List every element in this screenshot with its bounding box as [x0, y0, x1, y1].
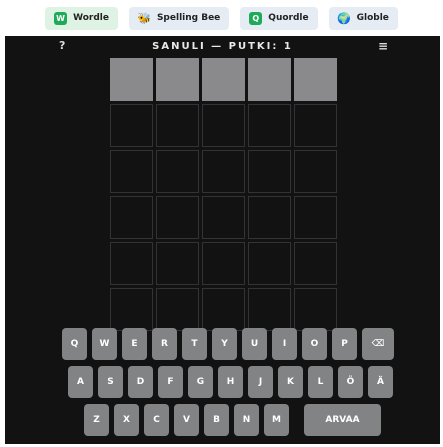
key-y[interactable]: Y	[212, 328, 237, 360]
key-l[interactable]: L	[308, 366, 333, 398]
board-tile	[156, 150, 199, 193]
board-tile	[248, 196, 291, 239]
key-w[interactable]: W	[92, 328, 117, 360]
page-title: SANULI — PUTKI: 1	[152, 40, 293, 52]
board-tile	[202, 288, 245, 331]
board-tile	[294, 104, 337, 147]
key-t[interactable]: T	[182, 328, 207, 360]
key-a[interactable]: A	[68, 366, 93, 398]
key-n[interactable]: N	[234, 404, 259, 436]
key-h[interactable]: H	[218, 366, 243, 398]
key-s[interactable]: S	[98, 366, 123, 398]
board-tile	[110, 58, 153, 101]
board-tile	[248, 288, 291, 331]
board-tile	[156, 196, 199, 239]
board-tile	[202, 104, 245, 147]
key-q[interactable]: Q	[62, 328, 87, 360]
key-o[interactable]: O	[302, 328, 327, 360]
board-tile	[156, 104, 199, 147]
nav-quordle-label: Quordle	[268, 13, 309, 23]
nav-wordle-button[interactable]: W Wordle	[45, 6, 118, 30]
key-k[interactable]: K	[278, 366, 303, 398]
wordle-icon: W	[54, 11, 68, 25]
key-x[interactable]: X	[114, 404, 139, 436]
key-d[interactable]: D	[128, 366, 153, 398]
top-nav-bar: W Wordle 🐝 Spelling Bee Q Quordle 🌍 Glob…	[0, 0, 443, 36]
board-tile	[156, 242, 199, 285]
key-j[interactable]: J	[248, 366, 273, 398]
board-tile	[248, 58, 291, 101]
key-p[interactable]: P	[332, 328, 357, 360]
board-tile	[294, 150, 337, 193]
submit-guess-button[interactable]: ARVAA	[304, 404, 381, 436]
nav-globle-button[interactable]: 🌍 Globle	[328, 6, 398, 30]
key-v[interactable]: V	[174, 404, 199, 436]
board-tile	[110, 150, 153, 193]
menu-icon[interactable]: ≡	[378, 39, 388, 53]
board-tile	[248, 104, 291, 147]
board-tile	[248, 242, 291, 285]
nav-wordle-label: Wordle	[73, 13, 109, 23]
backspace-key[interactable]: ⌫	[362, 328, 394, 360]
bee-icon: 🐝	[137, 11, 152, 25]
nav-spelling-bee-label: Spelling Bee	[156, 13, 221, 23]
board-tile	[294, 242, 337, 285]
key-z[interactable]: Z	[84, 404, 109, 436]
key-c[interactable]: C	[144, 404, 169, 436]
key-o-umlaut[interactable]: Ö	[338, 366, 363, 398]
key-a-umlaut[interactable]: Ä	[368, 366, 393, 398]
board-tile	[202, 58, 245, 101]
key-b[interactable]: B	[204, 404, 229, 436]
board-tile	[248, 150, 291, 193]
key-f[interactable]: F	[158, 366, 183, 398]
key-u[interactable]: U	[242, 328, 267, 360]
board-tile	[202, 196, 245, 239]
nav-quordle-button[interactable]: Q Quordle	[240, 6, 318, 30]
key-m[interactable]: M	[264, 404, 289, 436]
board-tile	[110, 288, 153, 331]
key-r[interactable]: R	[152, 328, 177, 360]
nav-globle-label: Globle	[356, 13, 389, 23]
board-tile	[156, 288, 199, 331]
quordle-icon: Q	[249, 11, 263, 25]
board-tile	[294, 58, 337, 101]
board-tile	[202, 242, 245, 285]
board-tile	[110, 242, 153, 285]
key-i[interactable]: I	[272, 328, 297, 360]
key-g[interactable]: G	[188, 366, 213, 398]
board-tile	[110, 196, 153, 239]
board-tile	[294, 288, 337, 331]
board-tile	[202, 150, 245, 193]
game-area: ? SANULI — PUTKI: 1 ≡ Q W E R T Y U I O P ⌫ A S D F G H J…	[5, 36, 440, 444]
nav-spelling-bee-button[interactable]: 🐝 Spelling Bee	[128, 6, 230, 30]
key-e[interactable]: E	[122, 328, 147, 360]
board-tile	[294, 196, 337, 239]
globe-icon: 🌍	[337, 11, 351, 25]
board-tile	[110, 104, 153, 147]
board-tile	[156, 58, 199, 101]
